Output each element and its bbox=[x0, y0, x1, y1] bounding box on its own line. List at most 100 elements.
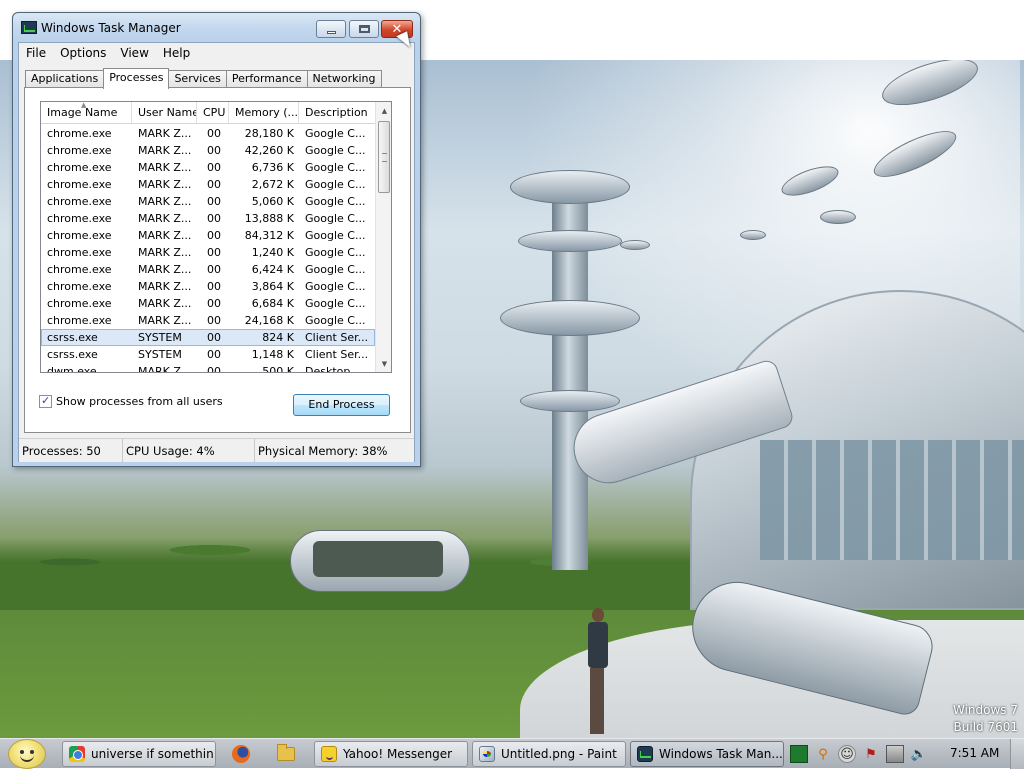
process-image-name: chrome.exe bbox=[47, 212, 112, 225]
process-cpu: 00 bbox=[207, 212, 221, 225]
taskbar-pinned-explorer[interactable] bbox=[275, 743, 297, 765]
tab-applications[interactable]: Applications bbox=[25, 70, 105, 88]
action-center-flag-icon[interactable]: ⚑ bbox=[862, 745, 880, 763]
process-row[interactable]: chrome.exe MARK Z... 00 1,240 K Google C... bbox=[41, 244, 375, 261]
process-user-name: MARK Z... bbox=[138, 161, 192, 174]
show-all-processes-option[interactable]: Show processes from all users bbox=[39, 394, 223, 408]
menu-view[interactable]: View bbox=[113, 46, 155, 60]
process-description: Google C... bbox=[305, 161, 366, 174]
process-user-name: MARK Z... bbox=[138, 263, 192, 276]
windows-build-watermark: Windows 7 Build 7601 bbox=[953, 702, 1018, 736]
scroll-up-button[interactable]: ▲ bbox=[376, 102, 391, 119]
wallpaper-tower bbox=[500, 130, 640, 570]
process-user-name: MARK Z... bbox=[138, 212, 192, 225]
task-manager-window[interactable]: Windows Task Manager ✕ File Options View… bbox=[12, 12, 421, 467]
process-row[interactable]: chrome.exe MARK Z... 00 6,684 K Google C... bbox=[41, 295, 375, 312]
process-cpu: 00 bbox=[207, 297, 221, 310]
show-all-processes-label: Show processes from all users bbox=[56, 395, 223, 408]
window-title: Windows Task Manager bbox=[41, 21, 181, 35]
taskbar-item-label: Untitled.png - Paint bbox=[501, 747, 617, 761]
column-user-name[interactable]: User Name bbox=[132, 102, 197, 124]
process-image-name: chrome.exe bbox=[47, 314, 112, 327]
network-icon[interactable] bbox=[886, 745, 904, 763]
process-row[interactable]: chrome.exe MARK Z... 00 2,672 K Google C... bbox=[41, 176, 375, 193]
process-list[interactable]: ▲ Image Name User Name CPU Memory (... D… bbox=[40, 101, 392, 373]
taskbar-clock[interactable]: 7:51 AM bbox=[950, 746, 999, 760]
notification-area: ⚲ ☺ ⚑ 🔈 bbox=[790, 743, 934, 765]
green-app-icon[interactable] bbox=[790, 745, 808, 763]
start-button[interactable] bbox=[8, 739, 46, 769]
scroll-down-button[interactable]: ▼ bbox=[376, 355, 391, 372]
process-row[interactable]: chrome.exe MARK Z... 00 5,060 K Google C... bbox=[41, 193, 375, 210]
show-desktop-button[interactable] bbox=[1010, 739, 1024, 769]
process-cpu: 00 bbox=[207, 365, 221, 373]
minimize-button[interactable] bbox=[316, 20, 346, 38]
process-memory: 6,424 K bbox=[251, 263, 294, 276]
taskbar-item-paint[interactable]: Untitled.png - Paint bbox=[472, 741, 626, 767]
column-description[interactable]: Description bbox=[299, 102, 375, 124]
task-manager-icon bbox=[21, 21, 37, 34]
column-user-name-label: User Name bbox=[138, 106, 197, 119]
process-image-name: chrome.exe bbox=[47, 178, 112, 191]
process-memory: 42,260 K bbox=[244, 144, 294, 157]
tab-performance[interactable]: Performance bbox=[225, 70, 308, 88]
process-row[interactable]: chrome.exe MARK Z... 00 3,864 K Google C... bbox=[41, 278, 375, 295]
process-memory: 500 K bbox=[262, 365, 294, 373]
process-row[interactable]: chrome.exe MARK Z... 00 13,888 K Google C... bbox=[41, 210, 375, 227]
process-list-scrollbar[interactable]: ▲ ▼ bbox=[375, 102, 391, 372]
process-memory: 2,672 K bbox=[251, 178, 294, 191]
process-cpu: 00 bbox=[207, 229, 221, 242]
process-image-name: dwm.exe bbox=[47, 365, 97, 373]
process-cpu: 00 bbox=[207, 246, 221, 259]
maximize-button[interactable] bbox=[349, 20, 379, 38]
column-memory-label: Memory (... bbox=[235, 106, 299, 119]
status-processes: Processes: 50 bbox=[19, 439, 123, 463]
tab-processes[interactable]: Processes bbox=[103, 68, 170, 89]
sort-ascending-icon: ▲ bbox=[81, 102, 87, 109]
process-image-name: chrome.exe bbox=[47, 127, 112, 140]
process-row[interactable]: chrome.exe MARK Z... 00 6,424 K Google C... bbox=[41, 261, 375, 278]
menu-file[interactable]: File bbox=[19, 46, 53, 60]
process-row[interactable]: chrome.exe MARK Z... 00 84,312 K Google C... bbox=[41, 227, 375, 244]
process-image-name: csrss.exe bbox=[47, 331, 98, 344]
taskbar-item-yahoo-messenger[interactable]: Yahoo! Messenger bbox=[314, 741, 468, 767]
process-list-header: ▲ Image Name User Name CPU Memory (... D… bbox=[41, 102, 375, 124]
wallpaper-glass-facade bbox=[760, 440, 1024, 560]
process-description: Google C... bbox=[305, 195, 366, 208]
title-bar[interactable]: Windows Task Manager ✕ bbox=[13, 13, 420, 42]
process-row[interactable]: csrss.exe SYSTEM 00 1,148 K Client Ser... bbox=[41, 346, 375, 363]
column-image-name[interactable]: ▲ Image Name bbox=[41, 102, 132, 124]
end-process-button[interactable]: End Process bbox=[293, 394, 390, 416]
process-memory: 24,168 K bbox=[244, 314, 294, 327]
taskbar-pinned-firefox[interactable] bbox=[230, 743, 252, 765]
process-row[interactable]: chrome.exe MARK Z... 00 28,180 K Google C... bbox=[41, 125, 375, 142]
taskbar-item-task-manager[interactable]: Windows Task Man... bbox=[630, 741, 784, 767]
process-user-name: MARK Z... bbox=[138, 365, 192, 373]
process-user-name: SYSTEM bbox=[138, 331, 182, 344]
task-manager-icon bbox=[637, 746, 653, 762]
menu-options[interactable]: Options bbox=[53, 46, 113, 60]
tab-networking[interactable]: Networking bbox=[306, 70, 382, 88]
process-cpu: 00 bbox=[207, 144, 221, 157]
column-cpu[interactable]: CPU bbox=[197, 102, 229, 124]
process-row[interactable]: chrome.exe MARK Z... 00 24,168 K Google C... bbox=[41, 312, 375, 329]
tab-services[interactable]: Services bbox=[168, 70, 227, 88]
menu-help[interactable]: Help bbox=[156, 46, 197, 60]
process-row[interactable]: csrss.exe SYSTEM 00 824 K Client Ser... bbox=[41, 329, 375, 346]
search-tray-icon[interactable]: ⚲ bbox=[814, 745, 832, 763]
volume-icon[interactable]: 🔈 bbox=[910, 745, 928, 763]
process-description: Google C... bbox=[305, 229, 366, 242]
process-memory: 1,240 K bbox=[251, 246, 294, 259]
show-all-processes-checkbox[interactable] bbox=[39, 394, 52, 408]
window-client-area: File Options View Help Applications Proc… bbox=[18, 42, 415, 463]
process-row[interactable]: chrome.exe MARK Z... 00 42,260 K Google C... bbox=[41, 142, 375, 159]
column-description-label: Description bbox=[305, 106, 368, 119]
taskbar-item-chrome[interactable]: universe if somethin... bbox=[62, 741, 216, 767]
process-row[interactable]: chrome.exe MARK Z... 00 6,736 K Google C... bbox=[41, 159, 375, 176]
column-memory[interactable]: Memory (... bbox=[229, 102, 299, 124]
process-row[interactable]: dwm.exe MARK Z... 00 500 K Desktop ... bbox=[41, 363, 375, 373]
wallpaper-flying-craft bbox=[820, 210, 856, 224]
smiley-tray-icon[interactable]: ☺ bbox=[838, 745, 856, 763]
scroll-thumb[interactable] bbox=[378, 121, 390, 193]
folder-icon bbox=[277, 744, 295, 761]
